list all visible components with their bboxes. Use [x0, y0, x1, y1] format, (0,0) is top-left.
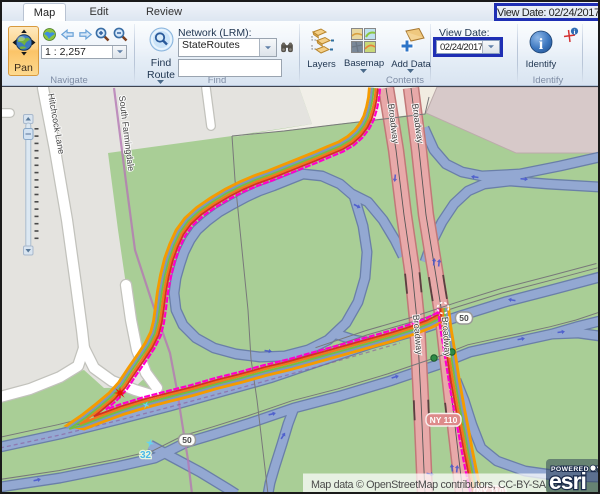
svg-text:i: i [539, 36, 544, 53]
svg-text:NY 110: NY 110 [430, 415, 458, 425]
svg-text:esri: esri [549, 468, 586, 494]
svg-text:i: i [574, 29, 576, 36]
svg-text:50: 50 [182, 435, 192, 445]
svg-text:Map data © OpenStreetMap contr: Map data © OpenStreetMap contributors, C… [311, 479, 547, 491]
svg-text:50: 50 [459, 313, 469, 323]
svg-text:32: 32 [140, 450, 152, 461]
